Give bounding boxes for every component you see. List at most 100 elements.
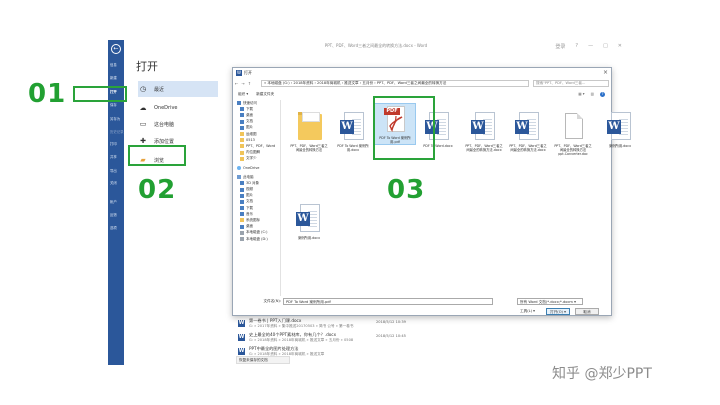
cloud-node-icon (237, 165, 241, 170)
recent-file-path: G: » 2018年资料 » 2018年商城机 » 推送文章 » 五月份 » 0… (249, 338, 354, 342)
location-label: 最近 (154, 86, 165, 93)
window-control[interactable]: — (588, 43, 593, 50)
rail-item[interactable]: 选项 (110, 225, 117, 230)
cloud-icon: ☁ (139, 104, 147, 112)
window-control[interactable]: □ (603, 43, 608, 50)
up-icon[interactable]: ↑ (248, 81, 251, 86)
rail-item[interactable]: 帐户 (110, 199, 117, 204)
nav-tree-label: 3D 对象 (246, 180, 260, 185)
restore-label: 恢复未保存的文档 (239, 357, 268, 362)
recent-file-date: 2018/5/12 10:45 (376, 334, 406, 338)
highlight-box-pdf (373, 96, 435, 160)
blue-node-icon (240, 193, 244, 198)
location-label: 添加位置 (154, 138, 175, 145)
preview-pane-icon[interactable]: ▥ (591, 92, 594, 97)
file-item-folder[interactable]: PPT、PDF、Word三者之间最全的转换方法 (289, 112, 329, 152)
window-control[interactable]: ? (575, 43, 578, 50)
open-button[interactable]: 打开(O) ▾ (546, 307, 570, 315)
recent-file-path: G: » 2017年资料 » 集中推送20170503 » 简书 公号 » 第一… (249, 324, 354, 328)
filename-label: 文件名(N): (263, 298, 281, 303)
word-file-icon: W (338, 112, 368, 142)
nav-tree-label: 下载 (246, 106, 253, 111)
pc-node-icon (237, 175, 241, 180)
clock-icon: ◷ (139, 85, 147, 93)
file-item-word[interactable]: W PPT、PDF、Word三者之间最全的转换方法.docx (464, 112, 504, 152)
file-grid: PPT、PDF、Word三者之间最全的转换方法 W PDF To Word 案例所用… (283, 100, 631, 296)
rail-item[interactable]: 打印 (110, 141, 117, 146)
location-label: OneDrive (154, 105, 178, 111)
blue-node-icon (240, 199, 244, 204)
file-name: PPT、PDF、Word三者之间最全的转换方法.docx (465, 144, 503, 152)
rail-item[interactable]: 新建 (110, 75, 117, 80)
rail-item[interactable]: 另存为 (110, 116, 120, 121)
help-icon[interactable]: ? (600, 91, 605, 97)
location-cloud[interactable]: ☁ OneDrive (138, 100, 218, 116)
nav-tree-label: 桌面 (246, 112, 253, 117)
window-control[interactable]: 登录 (555, 43, 565, 50)
recent-file-row[interactable]: W 第一卷书 | PPT入门课.docx G: » 2017年资料 » 集中推送20… (238, 318, 428, 330)
organize-button[interactable]: 组织 ▾ (238, 92, 248, 97)
back-icon[interactable]: ← (235, 81, 238, 86)
nav-tree-label: 本地磁盘 (D:) (246, 236, 268, 241)
restore-unsaved-button[interactable]: 恢复未保存的文档 (236, 356, 290, 364)
rail-item[interactable]: 关闭 (110, 180, 117, 185)
file-item-word[interactable]: W 案例所用.docx (600, 112, 640, 148)
nav-tree-label: 桌面 (246, 224, 253, 229)
rail-item[interactable]: 导出 (110, 168, 117, 173)
close-icon[interactable]: × (603, 69, 608, 76)
search-input[interactable]: 搜索"PPT、PDF、Word三者... (533, 80, 609, 87)
word-file-icon: W (513, 112, 543, 142)
file-item-word[interactable]: W PPT、PDF、Word三者之间最全的转换方法.docx (508, 112, 548, 152)
computer-icon: ▭ (139, 120, 147, 128)
nav-tree-label: OneDrive (243, 165, 260, 170)
rail-item[interactable]: 历史记录 (110, 129, 124, 134)
file-item-blank[interactable]: PPT、PDF、Word三者之间最全的转换方法ppt.Converter.doc (553, 112, 593, 156)
nav-buttons: ← → ↑ (235, 81, 261, 86)
forward-icon[interactable]: → (241, 81, 244, 86)
blue-node-icon (240, 113, 244, 118)
nav-tree-label: 文档 (246, 199, 253, 204)
nav-tree-item[interactable]: 文学少 (235, 156, 280, 162)
folder-node-icon (240, 138, 244, 143)
breadcrumb[interactable]: « 本地磁盘 (G:) › 2018年资料 › 2018年商城机 › 推送文章 … (261, 80, 529, 87)
nav-tree-label: 音乐 (246, 211, 253, 216)
recent-file-row[interactable]: W 史上最全的40个PPT素材库，你有几个？.docx G: » 2018年资料 »… (238, 332, 428, 344)
nav-tree-label: 运维图 (246, 131, 257, 136)
window-controls: 登录? — □ ✕ (555, 43, 622, 50)
view-mode-icon[interactable]: ▦ ▾ (578, 92, 584, 97)
window-control[interactable]: ✕ (618, 43, 622, 50)
blue-node-icon (240, 125, 244, 130)
filetype-select[interactable]: 所有 Word 文档(*.docx;*.docm ▾ (517, 297, 583, 305)
recent-file-date: 2018/5/12 10:39 (376, 320, 406, 324)
navigation-tree: 快速访问下载桌面文档图片运维图0513PPT、PDF、Word内位图解文学少Mi… (235, 100, 281, 296)
file-name: 案例所用.docx (297, 236, 321, 240)
rail-item[interactable]: 信息 (110, 62, 117, 67)
cancel-button[interactable]: 取消 (575, 307, 599, 315)
file-item-word[interactable]: W 案例所用.docx (289, 204, 329, 240)
nav-tree-item[interactable]: 本地磁盘 (D:) (235, 236, 280, 242)
folder-node-icon (240, 156, 244, 161)
back-arrow-icon[interactable]: ← (111, 44, 121, 54)
blue-node-icon (240, 212, 244, 217)
nav-tree-item[interactable]: OneDrive (235, 165, 280, 171)
word-doc-icon: W (238, 334, 245, 341)
rail-item[interactable]: 反馈 (110, 212, 117, 217)
location-clock[interactable]: ◷ 最近 (138, 81, 218, 97)
file-item-word[interactable]: W PDF To Word 案例所用.docx (333, 112, 373, 152)
step-label-01: 01 (28, 79, 67, 109)
folder-file-icon (294, 112, 324, 142)
nav-tree-label: 系统图标 (246, 217, 260, 222)
dialog-buttons: 工具(L) ▾ 打开(O) ▾ 取消 (235, 307, 609, 315)
location-computer[interactable]: ▭ 这台电脑 (138, 116, 218, 132)
blue-node-icon (240, 107, 244, 112)
rail-item[interactable]: 共享 (110, 154, 117, 159)
view-controls: ▦ ▾ ▥ ? (578, 91, 605, 97)
tools-menu[interactable]: 工具(L) ▾ (520, 309, 535, 314)
nav-tree-label: 此电脑 (243, 174, 254, 179)
open-heading: 打开 (136, 60, 158, 73)
filename-input[interactable]: PDF To Word 案例所用.pdf (283, 297, 493, 305)
recent-file-row[interactable]: W PPT中最全的图片处理方法 G: » 2018年资料 » 2018年商城机 » … (238, 346, 428, 356)
new-folder-button[interactable]: 新建文件夹 (256, 92, 274, 97)
nav-tree-label: 本地磁盘 (C:) (246, 230, 268, 235)
rail-item[interactable]: 保存 (110, 102, 117, 107)
